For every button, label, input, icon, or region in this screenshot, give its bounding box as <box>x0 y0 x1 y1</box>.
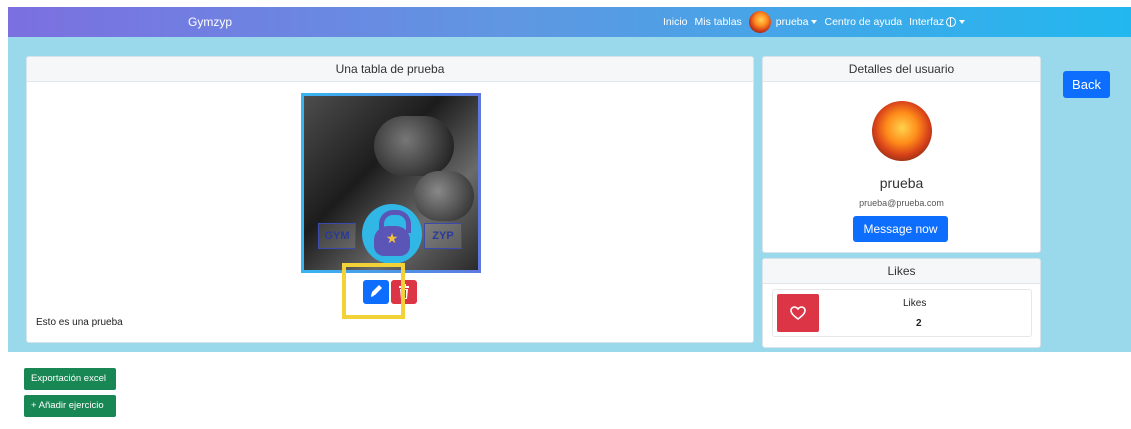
message-now-button[interactable]: Message now <box>853 216 948 242</box>
nav-avatar[interactable] <box>748 11 771 33</box>
nav-links: Inicio Mis tablas prueba Centro de ayuda… <box>663 7 966 37</box>
logo-text-left: GYM <box>318 223 356 249</box>
likes-label: Likes <box>903 298 927 309</box>
kettlebell-logo-icon: ★ <box>362 204 422 264</box>
top-navbar: Gymzyp Inicio Mis tablas prueba Centro d… <box>8 7 1131 37</box>
back-button[interactable]: Back <box>1063 71 1110 98</box>
chevron-down-icon <box>959 20 966 25</box>
table-title: Una tabla de prueba <box>27 57 753 82</box>
likes-count: 2 <box>916 318 922 329</box>
globe-icon <box>946 17 957 28</box>
heart-icon <box>790 306 806 321</box>
nav-link-mis-tablas[interactable]: Mis tablas <box>695 16 742 28</box>
add-exercise-button[interactable]: + Añadir ejercicio <box>24 395 116 417</box>
nav-link-help[interactable]: Centro de ayuda <box>824 16 902 28</box>
user-details-card: Detalles del usuario prueba prueba@prueb… <box>762 56 1041 253</box>
nav-link-inicio[interactable]: Inicio <box>663 16 688 28</box>
interface-menu[interactable]: Interfaz <box>909 16 966 28</box>
user-menu-label: prueba <box>775 16 809 28</box>
user-details-header: Detalles del usuario <box>763 57 1040 82</box>
dumbbell-graphic <box>414 171 474 221</box>
user-menu[interactable]: prueba <box>776 16 818 28</box>
dumbbell-graphic <box>374 116 454 176</box>
table-image: GYM ZYP ★ <box>301 93 481 273</box>
user-email: prueba@prueba.com <box>859 198 944 208</box>
table-description: Esto es una prueba <box>36 317 123 328</box>
likes-panel: Likes 2 <box>772 289 1032 337</box>
user-name: prueba <box>879 175 924 191</box>
likes-card: Likes Likes 2 <box>762 258 1041 348</box>
export-excel-button[interactable]: Exportación excel <box>24 368 116 390</box>
likes-header: Likes <box>763 259 1040 284</box>
chevron-down-icon <box>811 20 818 25</box>
brand-logo[interactable]: Gymzyp <box>188 15 232 29</box>
user-avatar <box>872 101 932 161</box>
logo-text-right: ZYP <box>424 223 462 249</box>
highlight-box <box>342 263 405 319</box>
interface-menu-label: Interfaz <box>909 16 945 28</box>
table-card: Una tabla de prueba GYM ZYP ★ Esto es un… <box>26 56 754 343</box>
like-button[interactable] <box>777 294 819 332</box>
